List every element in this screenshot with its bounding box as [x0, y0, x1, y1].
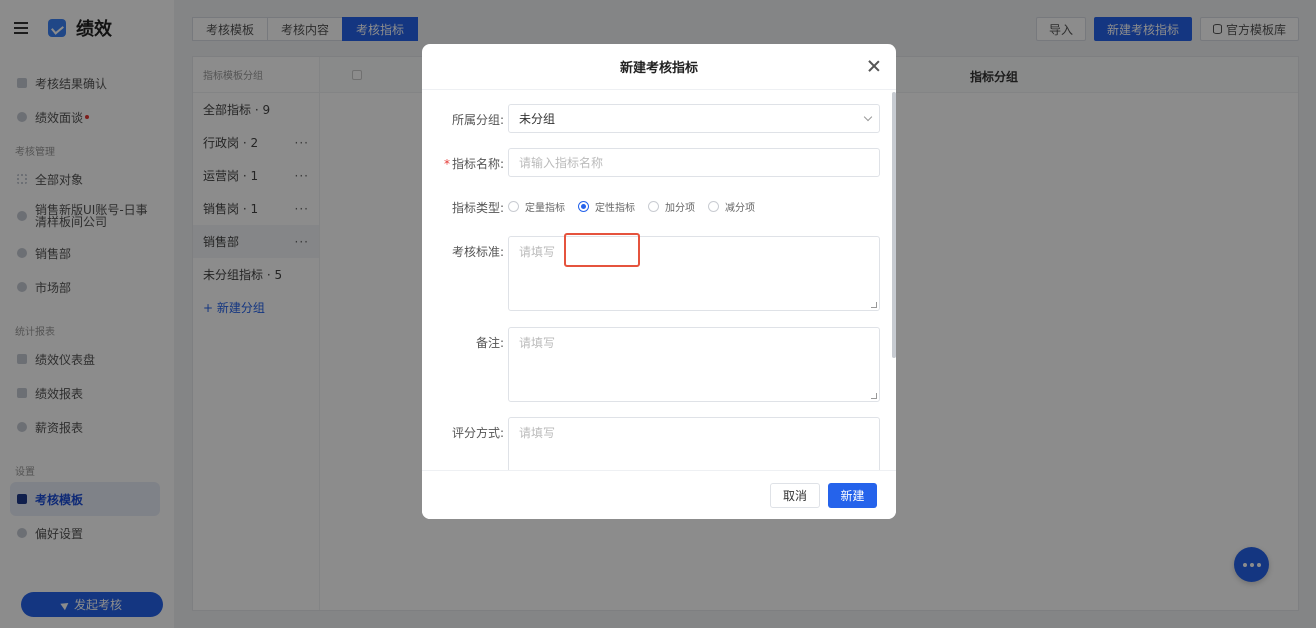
radio-quantitative[interactable]: 定量指标 — [508, 199, 565, 214]
remark-label: 备注: — [475, 336, 504, 350]
form-row-scoring: 评分方式: 请填写 — [422, 417, 880, 470]
new-indicator-dialog: 新建考核指标 所属分组: 未分组 * 指标名称: 请输入指标名称 指标类型: 定量… — [422, 44, 896, 519]
standard-label: 考核标准: — [451, 245, 504, 259]
radio-qualitative[interactable]: 定性指标 — [578, 199, 635, 214]
chevron-down-icon — [863, 112, 873, 122]
dialog-scrollbar[interactable] — [892, 92, 896, 358]
scoring-textarea[interactable]: 请填写 — [508, 417, 880, 470]
radio-circle — [508, 201, 519, 212]
radio-label: 定量指标 — [525, 203, 565, 214]
remark-placeholder: 请填写 — [519, 336, 556, 350]
name-label-wrap: * 指标名称: — [422, 148, 508, 172]
name-label: 指标名称: — [451, 157, 504, 171]
radio-circle — [648, 201, 659, 212]
highlight-annotation — [564, 233, 640, 267]
dialog-footer: 取消 新建 — [422, 470, 896, 519]
resize-handle-icon[interactable] — [871, 302, 877, 308]
form-row-group: 所属分组: 未分组 — [422, 104, 880, 133]
group-select[interactable]: 未分组 — [508, 104, 880, 133]
type-label: 指标类型: — [451, 201, 504, 215]
radio-circle — [708, 201, 719, 212]
form-row-name: * 指标名称: 请输入指标名称 — [422, 148, 880, 177]
dialog-body: 所属分组: 未分组 * 指标名称: 请输入指标名称 指标类型: 定量指标 定性指标 — [422, 90, 896, 470]
required-mark: * — [443, 157, 450, 171]
radio-label: 减分项 — [725, 203, 755, 214]
remark-textarea[interactable]: 请填写 — [508, 327, 880, 402]
radio-deduction[interactable]: 减分项 — [708, 199, 755, 214]
indicator-name-input[interactable]: 请输入指标名称 — [508, 148, 880, 177]
dialog-header: 新建考核指标 — [422, 44, 896, 90]
radio-circle — [578, 201, 589, 212]
cancel-button[interactable]: 取消 — [770, 483, 820, 508]
radio-label: 定性指标 — [595, 203, 635, 214]
scoring-placeholder: 请填写 — [519, 426, 556, 440]
close-icon[interactable] — [868, 60, 880, 72]
group-select-value: 未分组 — [519, 112, 556, 126]
dialog-title: 新建考核指标 — [619, 61, 698, 76]
form-row-type: 指标类型: 定量指标 定性指标 加分项 减分项 — [422, 192, 768, 221]
radio-bonus[interactable]: 加分项 — [648, 199, 695, 214]
scoring-label: 评分方式: — [451, 426, 504, 440]
group-label: 所属分组: — [451, 113, 504, 127]
form-row-remark: 备注: 请填写 — [422, 327, 880, 402]
standard-placeholder: 请填写 — [519, 245, 556, 259]
form-row-standard: 考核标准: 请填写 — [422, 236, 880, 311]
indicator-type-radio-group: 定量指标 定性指标 加分项 减分项 — [508, 192, 768, 221]
resize-handle-icon[interactable] — [871, 393, 877, 399]
create-button[interactable]: 新建 — [828, 483, 877, 508]
radio-label: 加分项 — [665, 203, 695, 214]
